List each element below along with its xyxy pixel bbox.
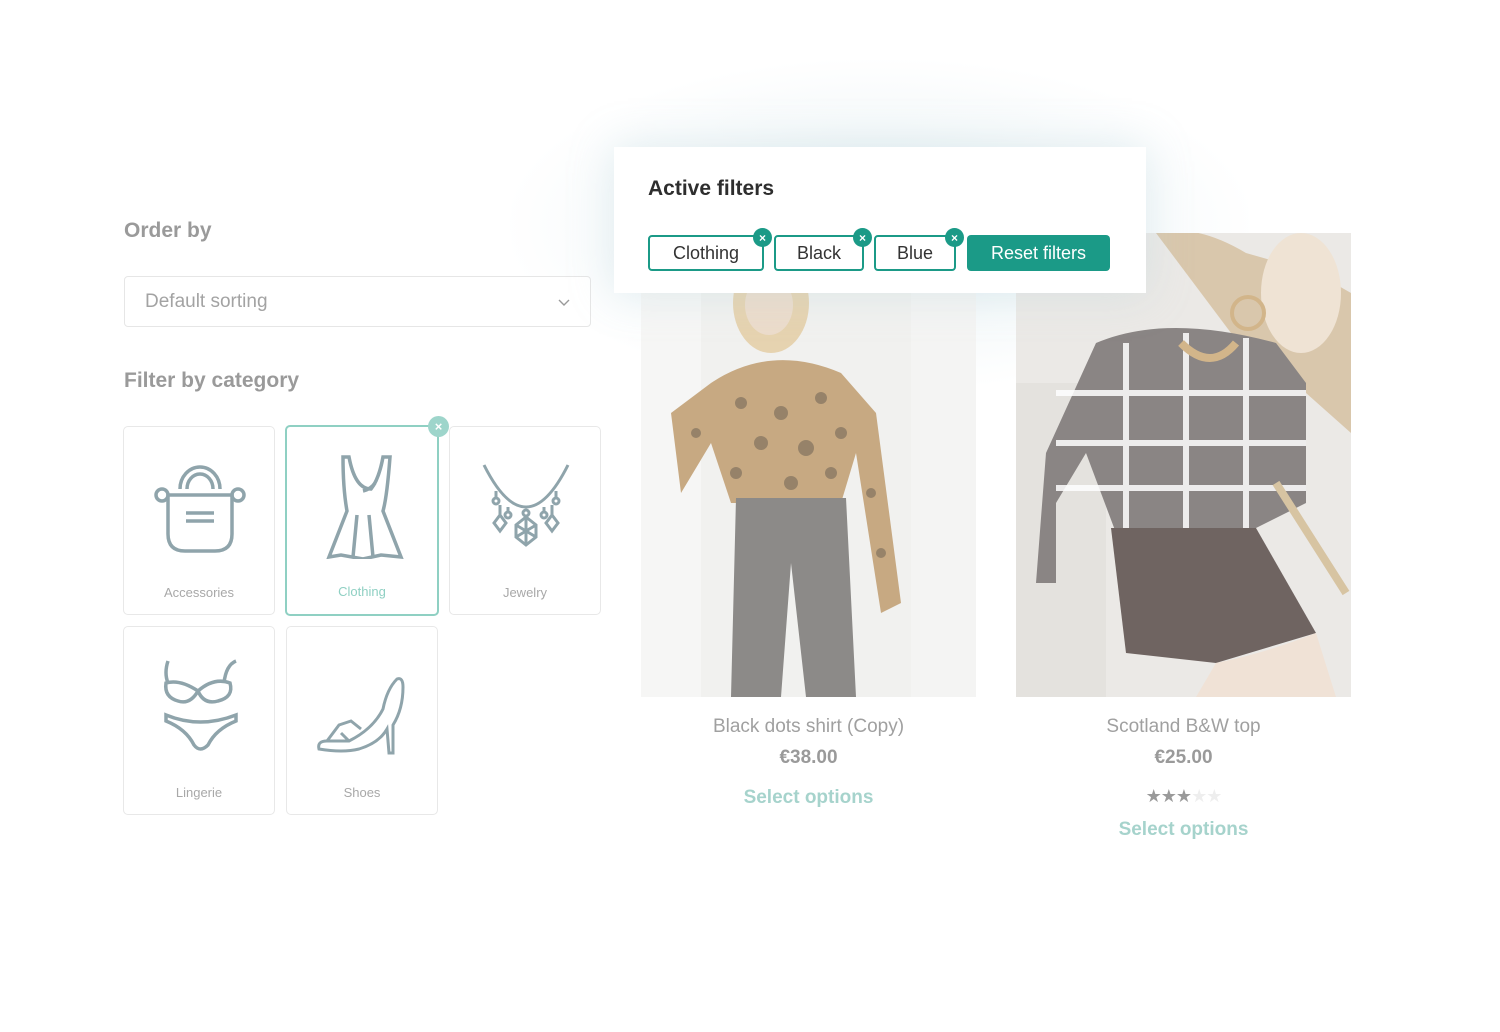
star-filled-icon: ★ xyxy=(1160,786,1177,806)
chip-label: Black xyxy=(796,242,841,263)
woman-plaid-top-photo xyxy=(1016,233,1351,697)
select-options-button[interactable]: Select options xyxy=(641,787,976,809)
product-image[interactable] xyxy=(1016,233,1351,697)
chip-label: Blue xyxy=(896,242,934,263)
remove-category-icon[interactable]: × xyxy=(428,416,449,437)
product-image[interactable] xyxy=(641,233,976,697)
star-rating: ★★★★★ xyxy=(1016,786,1351,807)
lingerie-icon xyxy=(164,659,238,751)
chip-label: Clothing xyxy=(672,242,740,263)
product-price: €25.00 xyxy=(1154,747,1213,768)
order-by-title: Order by xyxy=(124,219,212,242)
category-accessories[interactable]: Accessories xyxy=(123,426,275,615)
star-empty-icon: ★ xyxy=(1206,786,1222,806)
star-filled-icon: ★ xyxy=(1145,786,1162,806)
dress-icon xyxy=(326,455,404,559)
chevron-down-icon xyxy=(558,299,570,306)
filter-chip-blue[interactable]: Blue × xyxy=(874,228,964,271)
woman-lace-top-photo xyxy=(641,233,976,697)
category-lingerie[interactable]: Lingerie xyxy=(123,626,275,815)
category-label: Lingerie xyxy=(175,785,223,800)
high-heel-icon xyxy=(317,677,405,755)
filter-by-category-title: Filter by category xyxy=(124,369,300,392)
handbag-icon xyxy=(154,465,246,553)
select-options-button[interactable]: Select options xyxy=(1016,819,1351,841)
filter-chip-black[interactable]: Black × xyxy=(774,228,872,271)
remove-filter-icon[interactable]: × xyxy=(853,228,872,247)
star-empty-icon: ★ xyxy=(1191,786,1207,806)
active-filters-panel: Active filters Clothing × Black × Blue ×… xyxy=(614,147,1146,293)
filter-chip-clothing[interactable]: Clothing × xyxy=(648,228,772,271)
product-name[interactable]: Scotland B&W top xyxy=(1016,716,1351,738)
category-clothing[interactable]: Clothing × xyxy=(285,416,449,616)
category-label: Jewelry xyxy=(502,585,548,600)
category-shoes[interactable]: Shoes xyxy=(286,626,438,815)
category-jewelry[interactable]: Jewelry xyxy=(449,426,601,615)
remove-filter-icon[interactable]: × xyxy=(945,228,964,247)
category-label: Clothing xyxy=(338,584,386,599)
necklace-icon xyxy=(482,464,570,547)
category-label: Shoes xyxy=(343,785,381,800)
product-price: €38.00 xyxy=(779,747,838,768)
product-name[interactable]: Black dots shirt (Copy) xyxy=(641,716,976,738)
reset-filters-button[interactable]: Reset filters xyxy=(967,235,1110,271)
star-filled-icon: ★ xyxy=(1175,786,1192,806)
sort-select-value: Default sorting xyxy=(145,290,268,312)
sort-select[interactable]: Default sorting xyxy=(124,276,591,327)
category-label: Accessories xyxy=(163,585,235,600)
remove-filter-icon[interactable]: × xyxy=(753,228,772,247)
active-filters-title: Active filters xyxy=(648,177,775,200)
